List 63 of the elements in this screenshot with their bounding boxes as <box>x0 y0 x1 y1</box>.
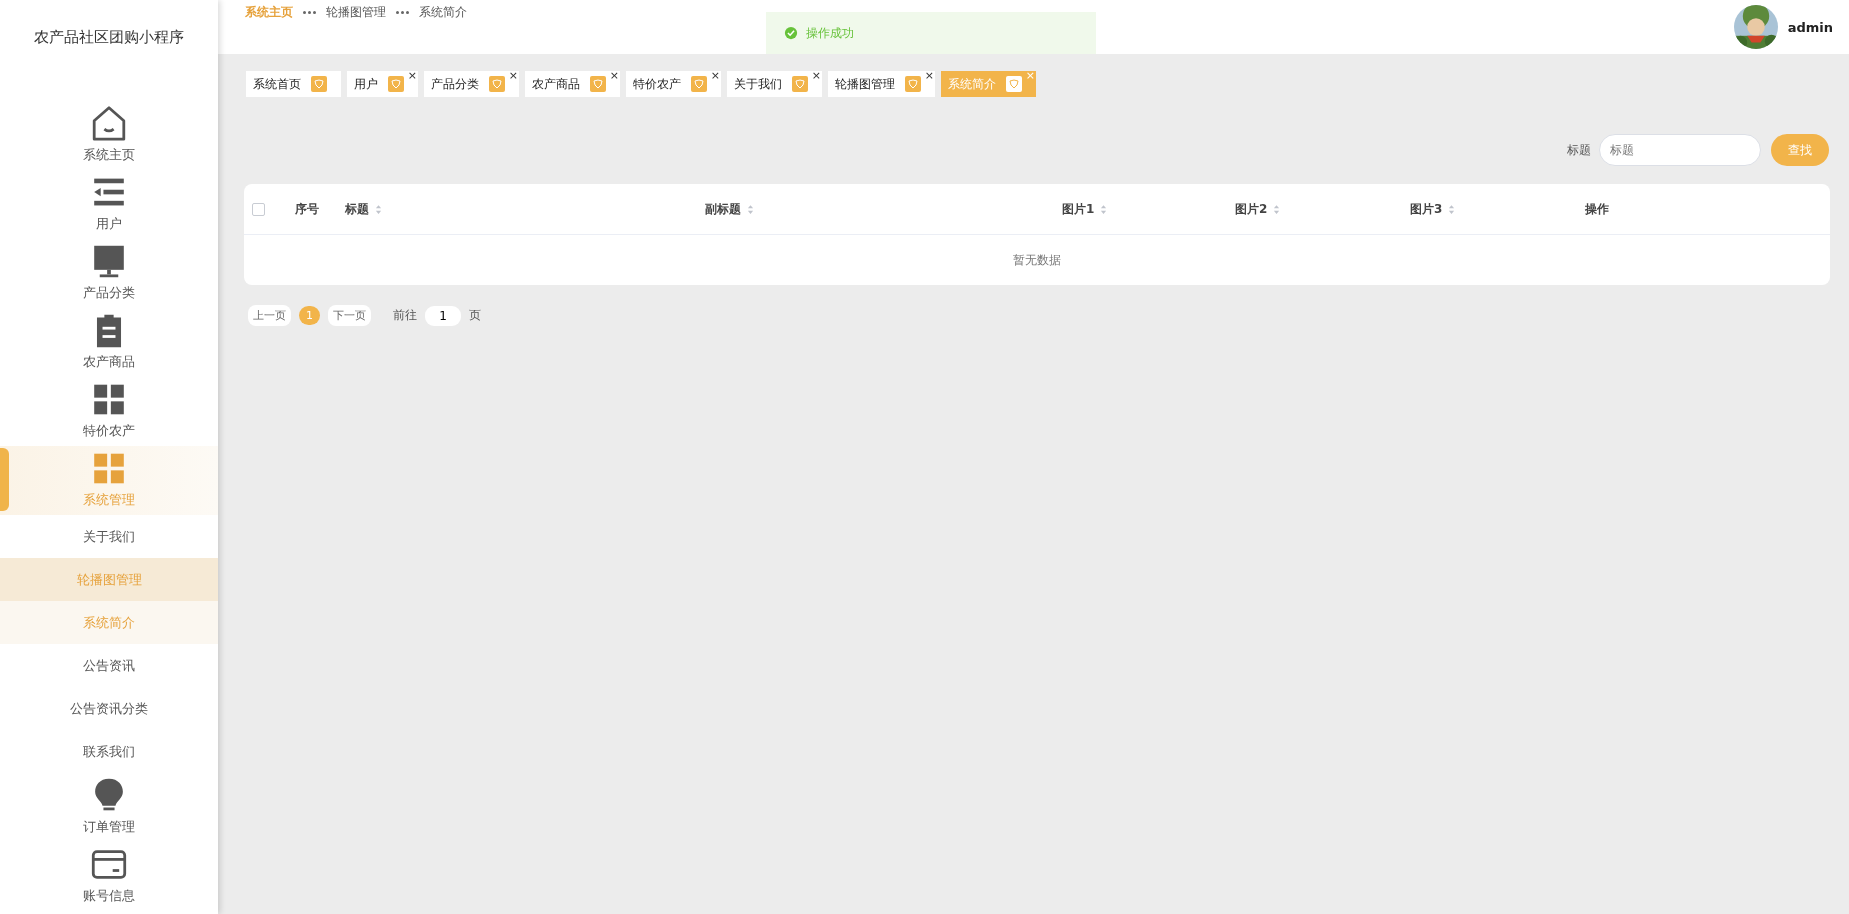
shield-icon <box>590 76 606 92</box>
menu-item[interactable]: 产品分类 <box>0 239 218 308</box>
tab[interactable]: 用户 × <box>347 71 418 97</box>
home-icon <box>90 105 128 142</box>
close-icon[interactable]: × <box>407 70 417 82</box>
tab[interactable]: 轮播图管理 × <box>828 71 935 97</box>
tab[interactable]: 特价农产 × <box>626 71 721 97</box>
breadcrumb-item: 轮播图管理 <box>326 3 386 21</box>
close-icon[interactable]: × <box>609 70 619 82</box>
shield-icon <box>905 76 921 92</box>
sort-icon[interactable] <box>1273 203 1281 215</box>
column-header: 操作 <box>1585 200 1609 218</box>
shield-icon <box>792 76 808 92</box>
menu-item[interactable]: 特价农产 <box>0 377 218 446</box>
submenu-item[interactable]: 公告资讯分类 <box>0 687 218 730</box>
column-header: 序号 <box>295 200 319 218</box>
sort-icon[interactable] <box>1448 203 1456 215</box>
column-header: 副标题 <box>705 200 741 218</box>
shield-icon <box>691 76 707 92</box>
shield-icon <box>388 76 404 92</box>
close-icon[interactable]: × <box>508 70 518 82</box>
submenu-item[interactable]: 关于我们 <box>0 515 218 558</box>
column-header: 标题 <box>345 200 369 218</box>
checkbox[interactable] <box>252 202 265 216</box>
submenu-item[interactable]: 联系我们 <box>0 730 218 773</box>
close-icon[interactable]: × <box>924 70 934 82</box>
sort-icon[interactable] <box>747 203 754 215</box>
title-field[interactable]: 标题 <box>1599 134 1761 166</box>
sort-icon[interactable] <box>1100 203 1108 215</box>
close-icon[interactable]: × <box>811 70 821 82</box>
page-unit: 页 <box>469 307 481 324</box>
shield-icon <box>1006 76 1022 92</box>
toast-message: 操作成功 <box>806 24 854 42</box>
close-icon[interactable]: × <box>710 70 720 82</box>
column-header: 图片3 <box>1410 200 1443 218</box>
check-circle-icon <box>784 26 798 40</box>
search-label: 标题 <box>1567 141 1591 159</box>
prev-page-button[interactable]: 上一页 <box>248 305 291 326</box>
menu-item[interactable]: 订单管理 <box>0 773 218 842</box>
menu-item[interactable]: 系统主页 <box>0 101 218 170</box>
active-indicator <box>0 448 9 511</box>
shield-icon <box>489 76 505 92</box>
next-page-button[interactable]: 下一页 <box>328 305 371 326</box>
menu-item[interactable]: 用户 <box>0 170 218 239</box>
column-header: 图片1 <box>1062 200 1095 218</box>
separator-icon <box>396 10 409 14</box>
tab[interactable]: 农产商品 × <box>525 71 620 97</box>
tab[interactable]: 关于我们 × <box>727 71 822 97</box>
separator-icon <box>303 10 316 14</box>
shield-icon <box>311 76 327 92</box>
menu-item[interactable]: 农产商品 <box>0 308 218 377</box>
user-name[interactable]: admin <box>1787 19 1833 35</box>
tab[interactable]: 系统首页 <box>246 71 341 97</box>
goto-label: 前往 <box>393 307 417 324</box>
tab[interactable]: 产品分类 × <box>424 71 519 97</box>
sort-icon[interactable] <box>375 203 382 215</box>
page-field[interactable]: 1 <box>425 305 461 326</box>
app-title: 农产品社区团购小程序 <box>33 27 185 48</box>
submenu-item[interactable]: 公告资讯 <box>0 644 218 687</box>
column-header: 图片2 <box>1235 200 1268 218</box>
breadcrumb-item: 系统简介 <box>419 3 467 21</box>
menu-item[interactable]: 账号信息 <box>0 842 218 911</box>
empty-message: 暂无数据 <box>1013 251 1061 269</box>
